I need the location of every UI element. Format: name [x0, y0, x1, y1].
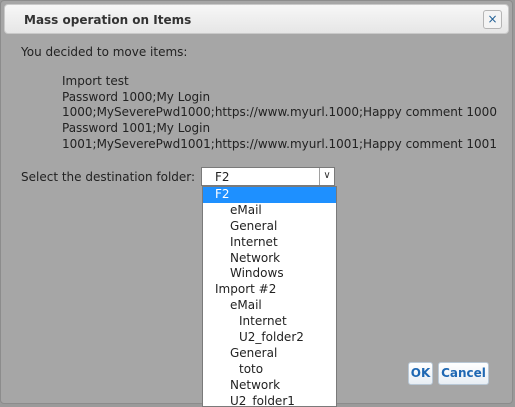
cancel-button[interactable]: Cancel [438, 362, 489, 385]
moved-item-line: Import test [62, 74, 129, 88]
folder-option[interactable]: General [203, 346, 336, 362]
destination-folder-label: Select the destination folder: [21, 170, 196, 184]
dialog-titlebar[interactable]: Mass operation on Items × [4, 4, 509, 34]
folder-option[interactable]: U2_folder2 [203, 330, 336, 346]
moved-item-line: 1000;MySeverePwd1000;https://www.myurl.1… [62, 105, 497, 120]
destination-folder-dropdown[interactable]: F2 eMail General Internet Network Windows Impo… [202, 186, 337, 407]
folder-option[interactable]: Import #2 [203, 282, 336, 298]
folder-option[interactable]: eMail [203, 298, 336, 314]
folder-option[interactable]: eMail [203, 203, 336, 219]
moved-item-line: Password 1001;My Login [62, 121, 211, 136]
folder-option[interactable]: Internet [203, 235, 336, 251]
folder-option[interactable]: Network [203, 378, 336, 394]
folder-option[interactable]: F2 [203, 187, 336, 203]
items-list: Import test Password 1000;My Login 1000;My… [62, 74, 497, 153]
move-intro-text: You decided to move items: [21, 45, 188, 59]
selected-folder-value: F2 [215, 170, 230, 184]
destination-folder-select[interactable]: F2 ∨ [201, 167, 335, 186]
close-icon[interactable]: × [483, 10, 502, 29]
folder-option[interactable]: toto [203, 362, 336, 378]
ok-button[interactable]: OK [408, 362, 433, 385]
folder-option[interactable]: Windows [203, 266, 336, 282]
chevron-down-icon[interactable]: ∨ [319, 168, 334, 185]
mass-operation-dialog: Mass operation on Items × You decided to… [0, 0, 513, 407]
moved-item-line: Password 1000;My Login [62, 89, 211, 104]
dialog-title: Mass operation on Items [24, 13, 192, 27]
folder-option[interactable]: Internet [203, 314, 336, 330]
moved-item-line: 1001;MySeverePwd1001;https://www.myurl.1… [62, 136, 497, 151]
folder-option[interactable]: General [203, 219, 336, 235]
folder-option[interactable]: U2_folder1 [203, 394, 336, 406]
folder-option[interactable]: Network [203, 251, 336, 267]
